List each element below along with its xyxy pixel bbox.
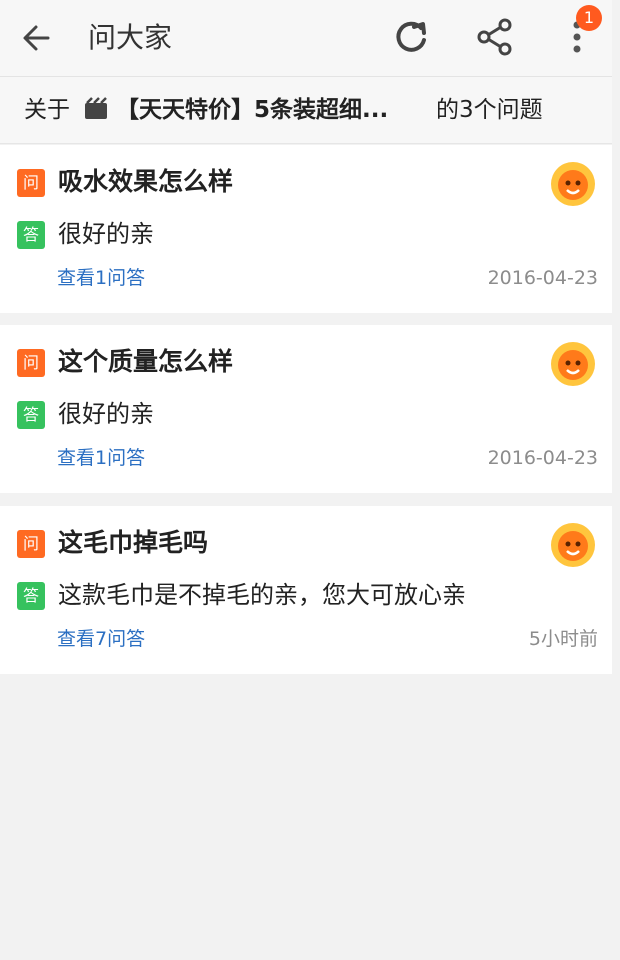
avatar-icon xyxy=(551,342,595,386)
view-answers-link[interactable]: 查看1问答 xyxy=(57,443,145,473)
question-badge: 问 xyxy=(17,530,45,558)
answer-badge: 答 xyxy=(17,221,45,249)
question-badge: 问 xyxy=(17,169,45,197)
avatar-icon xyxy=(551,523,595,567)
question-card[interactable]: 问 这毛巾掉毛吗 答 这款毛巾是不掉毛的亲，您大可放心亲 查看7问答 5小时前 xyxy=(0,506,612,674)
answer-badge: 答 xyxy=(17,401,45,429)
question-badge: 问 xyxy=(17,349,45,377)
question-card[interactable]: 问 吸水效果怎么样 答 很好的亲 查看1问答 2016-04-23 xyxy=(0,145,612,313)
question-count: 的3个问题 xyxy=(436,97,543,123)
question-text: 这个质量怎么样 xyxy=(58,347,234,376)
question-date: 2016-04-23 xyxy=(487,447,598,469)
question-date: 2016-04-23 xyxy=(487,267,598,289)
back-arrow-icon[interactable] xyxy=(18,18,58,58)
notification-badge: 1 xyxy=(576,5,602,31)
top-bar: 问大家 1 xyxy=(0,0,612,77)
answer-text: 很好的亲 xyxy=(58,220,154,248)
answer-badge: 答 xyxy=(17,582,45,610)
product-subheader: 关于 【天天特价】5条装超细... 的3个问题 xyxy=(0,77,612,144)
view-answers-link[interactable]: 查看7问答 xyxy=(57,624,145,654)
question-text: 这毛巾掉毛吗 xyxy=(58,528,209,557)
page-title: 问大家 xyxy=(88,21,173,54)
question-date: 5小时前 xyxy=(528,628,598,650)
question-card[interactable]: 问 这个质量怎么样 答 很好的亲 查看1问答 2016-04-23 xyxy=(0,325,612,493)
answer-text: 这款毛巾是不掉毛的亲，您大可放心亲 xyxy=(58,581,466,609)
refresh-icon[interactable] xyxy=(390,16,432,58)
question-text: 吸水效果怎么样 xyxy=(58,167,234,196)
view-answers-link[interactable]: 查看1问答 xyxy=(57,263,145,293)
product-name[interactable]: 【天天特价】5条装超细... xyxy=(116,77,388,143)
avatar-icon xyxy=(551,162,595,206)
answer-text: 很好的亲 xyxy=(58,400,154,428)
share-icon[interactable] xyxy=(474,16,516,58)
subheader-prefix: 关于 xyxy=(24,97,70,123)
product-icon xyxy=(85,97,107,119)
